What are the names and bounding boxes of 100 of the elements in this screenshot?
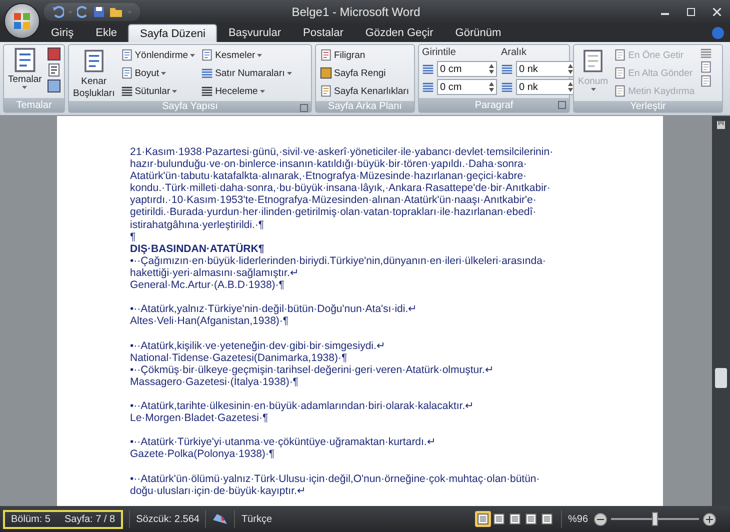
document-text-line: •··Çağımızın·en·büyük·liderlerinden·biriydi.Türkiye'nin,dünyanın·en·ileri·ülkeleri·arasında· [130,254,547,267]
folder-icon[interactable] [109,6,123,18]
caret-icon [172,90,178,92]
margins-button[interactable]: Kenar Boşlukları [72,47,116,99]
ribbon-button[interactable]: Sayfa Kenarlıkları [319,83,410,99]
document-text-line: National·Tidense·Gazetesi(Danimarka,1938)·¶ [130,352,348,364]
document-text-line: getirildi.·Burada·yurdun·her·ilinden·getirilmiş·olan·vatan·toprakları·ile·hazırlanan·ebedî· [130,206,538,219]
close-icon [713,8,721,16]
document-text-line: ¶ [130,230,137,243]
zoom-slider-thumb[interactable] [652,512,658,526]
zoom-out-button[interactable] [594,512,607,526]
view-button[interactable] [490,511,507,527]
document-text-line: •··Atatürk,kişilik·ve·yeteneğin·dev·gibi·bir·simgesiydi.↵ [130,340,386,352]
dialog-launcher-icon[interactable] [300,104,308,112]
view-button[interactable] [522,511,539,527]
view-button[interactable] [538,511,555,527]
language-text[interactable]: Türkçe [241,514,272,524]
theme-colors-icon [46,47,61,61]
window-title: Belge1 - Microsoft Word [290,5,422,19]
line-spacing-icon [501,63,513,75]
ribbon-button[interactable]: Satır Numaraları [200,65,293,81]
document-text-line: 21·Kasım·1938·Pazartesi·günü,·sivil·ve·askerî·yöneticiler·ile·yabancı·devlet·temsilcilerinin· [130,146,554,158]
ribbon-tab[interactable]: Giriş [40,24,85,42]
ribbon-button[interactable]: Yönlendirme [120,47,196,63]
maximize-icon [687,8,695,16]
ribbon-tab[interactable]: Ekle [84,24,128,42]
status-text[interactable]: Sayfa: 7 / 8 [64,514,116,524]
zoom-level-text[interactable]: %96 [568,514,588,524]
page-icon [581,47,606,75]
spin-field[interactable]: 0 nk [516,61,576,77]
caret-icon [22,86,28,89]
section-heading: Girintile [422,47,457,59]
page-icon [320,49,332,61]
document-text-line: istirahatgâhına·yerleştirildi.·¶ [130,218,266,231]
spin-field[interactable]: 0 nk [516,79,576,95]
page-view-icon [540,513,553,525]
ribbon-tab[interactable]: Postalar [292,24,354,42]
group-label: Paragraf [419,98,569,112]
document-text-line: •··Atatürk,yalnız·Türkiye'nin·değil·bütün·Doğu'nun·Ata'sı·idi.↵ [130,303,418,316]
document-text-line: •··Çökmüş·bir·ülkeye·geçmişin·tarihsel·değerini·geri·veren·Atatürk·olmuştur.↵ [130,364,495,376]
status-text[interactable]: Bölüm: 5 [11,514,50,524]
theme-fonts-icon [46,63,61,77]
ribbon-tab[interactable]: Başvurular [217,24,292,42]
office-logo-icon [13,12,31,30]
page-icon [120,49,133,61]
document-text-line: yaptırdı.·10·Kasım·1953'te·Etnografya·Müzesinden·alınan·Atatürk'ün·naaşı·Anıtkabir'e· [130,194,538,206]
document-text-line: General·Mc.Artur·(A.B.D·1938)·¶ [130,279,286,292]
spinner-arrows-icon[interactable] [489,64,494,74]
ribbon-button[interactable]: Kesmeler [200,47,293,63]
caret-icon [590,88,596,91]
ribbon-tab[interactable]: Gözden Geçir [354,24,444,42]
document-text-line: hazır·bulunduğu·ve·on·binlerce·insanın·katıldığı·büyük·bir·tören·yapıldı.·Daha·sonra· [130,158,528,170]
page-view-icon [524,513,537,525]
ribbon-button[interactable]: Filigran [319,47,410,63]
ribbon-button[interactable]: Boyut [120,65,196,81]
vertical-scrollbar[interactable] [712,116,730,506]
caret-icon [286,72,292,74]
ruler-icon[interactable] [716,120,726,130]
caret-icon [257,54,262,56]
ribbon-tab[interactable]: Sayfa Düzeni [128,24,218,42]
scrollbar-thumb[interactable] [715,368,727,388]
indent-icon [422,63,434,75]
caret-icon [161,72,166,74]
spin-field[interactable]: 0 cm [437,79,497,95]
spin-field[interactable]: 0 cm [437,61,497,77]
view-button[interactable] [474,511,491,527]
dialog-launcher-icon[interactable] [558,101,566,109]
document-text-line: Altes·Veli·Han(Afganistan,1938)·¶ [130,315,290,328]
group-label: Sayfa Yapısı [69,101,311,112]
view-button[interactable] [506,511,523,527]
document-text-line: hakettiği·yeri·almasını·sağlamıştır.↵ [130,266,300,280]
document-text-line: doğu·ulusları·için·de·büyük·kayıptır.↵ [130,484,307,497]
document-heading: DIŞ·BASINDAN·ATATÜRK¶ [130,242,266,255]
themes-button[interactable]: Temalar [7,47,43,96]
caret-icon [190,54,196,56]
status-text[interactable]: Sözcük: 2.564 [136,514,200,524]
document-text-line: •··Atatürk'ün·ölümü·yalnız·Türk·Ulusu·için·değil,O'nun·örneğine·çok·muhtaç·olan·bütün· [130,472,541,485]
spinner-arrows-icon[interactable] [568,82,573,92]
help-icon[interactable] [712,27,724,39]
ribbon-tab[interactable]: Görünüm [444,24,512,42]
undo-icon[interactable] [52,6,64,18]
page-view-icon [476,513,489,525]
page-view-icon [508,513,521,525]
document-text-line: •··Atatürk·Türkiye'yi·utanma·ve·çöküntüye·uğramaktan·kurtardı.↵ [130,436,437,448]
ribbon-button[interactable]: Sütunlar [120,83,196,99]
ribbon-button[interactable]: Sayfa Rengi [319,65,410,81]
redo-icon[interactable] [77,6,89,18]
document-text-line: Atatürk'ün·tabutu·katafalkta·alınarak,·Etnografya·Müzesinde·hazırlanan·geçici·kabre· [130,170,528,182]
office-button[interactable] [4,3,40,39]
ribbon-button[interactable]: Heceleme [200,83,293,99]
indent-icon [422,81,434,93]
section-heading: Aralık [501,47,528,59]
plus-icon [706,516,713,522]
document-text-line: Massagero·Gazetesi·(İtalya·1938)·¶ [130,376,300,388]
zoom-in-button[interactable] [703,512,716,526]
align-icon [700,47,712,59]
spinner-arrows-icon[interactable] [568,64,573,74]
spinner-arrows-icon[interactable] [489,82,494,92]
save-icon[interactable] [93,6,105,18]
page-icon [120,67,133,79]
